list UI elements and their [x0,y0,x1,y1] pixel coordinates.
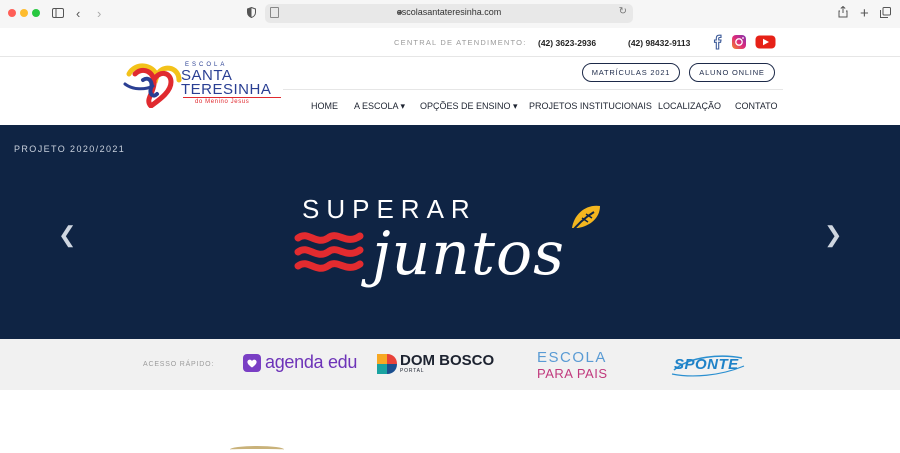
nav-localizacao[interactable]: LOCALIZAÇÃO [658,101,721,111]
address-bar[interactable]: 🔒︎ escolasantateresinha.com ↻ [265,4,633,23]
hero-feather-icon [569,205,600,235]
nav-contato[interactable]: CONTATO [735,101,778,111]
quick-access-label: ACESSO RÁPIDO: [143,361,215,368]
logo-underline [183,97,281,98]
hero-waves-icon [294,232,364,272]
school-logo[interactable]: ESCOLA SANTA TERESINHA do Menino Jesus [123,60,283,110]
central-label: CENTRAL DE ATENDIMENTO: [394,38,527,47]
browser-toolbar: ‹ › 🔒︎ escolasantateresinha.com ↻ + [0,0,900,29]
carousel-next-icon[interactable]: ❯ [824,224,842,246]
matriculas-button[interactable]: MATRÍCULAS 2021 [582,63,680,82]
carousel-prev-icon[interactable]: ❮ [58,224,76,246]
logo-heart-icon [123,63,182,108]
new-tab-icon[interactable]: + [860,5,869,23]
reload-icon[interactable]: ↻ [619,6,627,17]
agenda-edu-text: agenda edu [265,352,358,372]
youtube-icon[interactable] [755,34,776,50]
whatsapp-number[interactable]: (42) 98432-9113 [628,38,690,48]
tab-overview-icon[interactable] [880,5,891,23]
nav-opcoes-ensino[interactable]: OPÇÕES DE ENSINO ▾ [420,101,518,112]
agenda-edu-icon [243,354,261,372]
logo-name-line2: TERESINHA [181,81,272,98]
privacy-shield-icon[interactable] [247,5,256,23]
zoom-window-button[interactable] [32,9,40,17]
hero-title-juntos: juntos [372,219,565,289]
back-icon[interactable]: ‹ [76,5,80,23]
escola-para-pais-line2: PARA PAIS [537,366,608,381]
url-text: escolasantateresinha.com [396,7,502,17]
minimize-window-button[interactable] [20,9,28,17]
dom-bosco-icon [377,354,397,374]
dom-bosco-sub: PORTAL [400,368,425,374]
hero-subtitle: PROJETO 2020/2021 [14,144,126,154]
sidebar-icon[interactable] [52,5,64,23]
nav-home[interactable]: HOME [311,101,338,111]
instagram-icon[interactable] [731,34,747,50]
close-window-button[interactable] [8,9,16,17]
facebook-icon[interactable] [710,34,726,50]
dom-bosco-text: DOM BOSCO [400,352,495,369]
share-icon[interactable] [838,5,848,23]
escola-para-pais-line1: ESCOLA [537,349,607,366]
aluno-online-button[interactable]: ALUNO ONLINE [689,63,775,82]
nav-a-escola[interactable]: A ESCOLA ▾ [354,101,405,112]
logo-tagline: do Menino Jesus [195,99,250,105]
sponte-text: SPONTE [674,356,739,373]
nav-divider [283,89,783,90]
forward-icon[interactable]: › [97,5,101,23]
phone-number[interactable]: (42) 3623-2936 [538,38,596,48]
nav-projetos[interactable]: PROJETOS INSTITUCIONAIS [529,101,652,111]
